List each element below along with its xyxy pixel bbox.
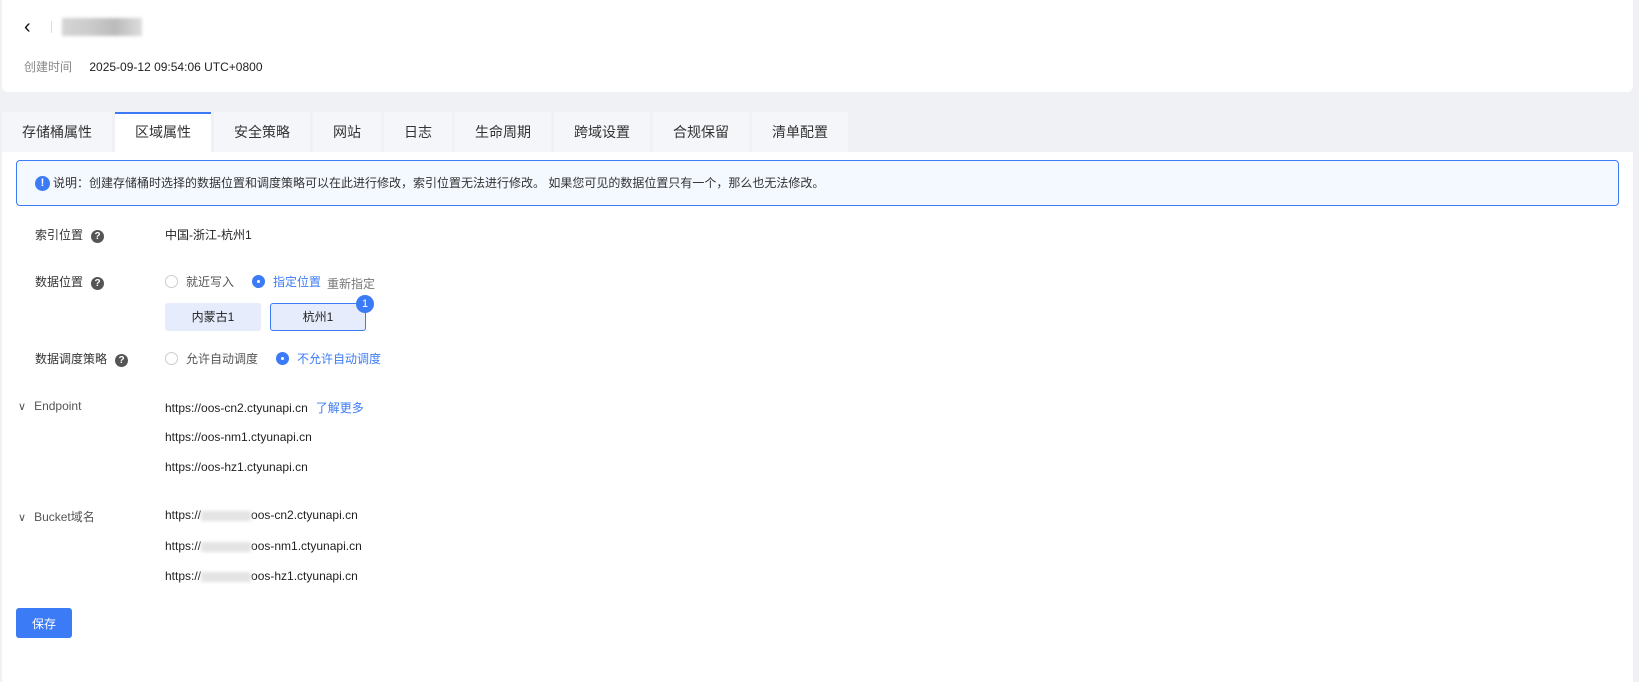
radio-label: 指定位置 [273,275,322,289]
schedule-label: 数据调度策略? [35,350,129,367]
chevron-down-icon: ∨ [18,512,27,524]
page-header: ‹ 创建时间 2025-09-12 09:54:06 UTC+0800 [2,0,1633,92]
endpoint-url: https://oos-hz1.ctyunapi.cn [165,460,308,474]
schedule-radios: 允许自动调度 不允许自动调度 [165,350,399,368]
tab-website[interactable]: 网站 [313,112,381,152]
radio-icon [276,352,290,365]
tab-cors[interactable]: 跨域设置 [554,112,650,152]
tab-inventory[interactable]: 清单配置 [752,112,848,152]
created-label: 创建时间 [24,60,73,74]
tab-bucket-properties[interactable]: 存储桶属性 [2,112,112,152]
url-suffix: oos-cn2.ctyunapi.cn [251,508,358,522]
chevron-down-icon: ∨ [18,401,27,413]
tab-security-policy[interactable]: 安全策略 [214,112,310,152]
url-prefix: https:// [165,508,202,522]
index-location-value: 中国-浙江-杭州1 [165,228,252,242]
label-text: 数据位置 [35,275,84,289]
bucket-domain-url: https:// oos-hz1.ctyunapi.cn [165,569,358,583]
tab-lifecycle[interactable]: 生命周期 [455,112,551,152]
divider [51,21,52,33]
help-icon[interactable]: ? [115,354,129,367]
endpoint-section-toggle[interactable]: ∨ Endpoint [18,399,81,413]
index-location-label: 索引位置? [35,226,105,243]
tab-compliance[interactable]: 合规保留 [653,112,749,152]
radio-nearby-write[interactable]: 就近写入 [165,273,234,290]
radio-specified-location[interactable]: 指定位置 [252,273,321,290]
radio-label: 就近写入 [186,275,235,289]
bucket-name-redacted [62,18,142,36]
url-suffix: oos-hz1.ctyunapi.cn [251,569,358,583]
radio-disallow-auto-schedule[interactable]: 不允许自动调度 [276,350,381,367]
reassign-link[interactable]: 重新指定 [327,277,375,291]
content-panel: 存储桶属性 区域属性 安全策略 网站 日志 生命周期 跨域设置 合规保留 清单配… [2,112,1633,682]
chip-label: 杭州1 [302,310,334,324]
section-label: Bucket域名 [34,510,95,524]
radio-icon [165,275,178,288]
save-button[interactable]: 保存 [16,608,72,638]
back-icon[interactable]: ‹ [24,16,31,39]
radio-icon [252,275,266,288]
label-text: 索引位置 [35,228,84,242]
url-prefix: https:// [165,539,202,553]
help-icon[interactable]: ? [91,230,105,243]
bucket-domain-url: https:// oos-cn2.ctyunapi.cn [165,508,358,522]
learn-more-link[interactable]: 了解更多 [316,401,364,415]
notice-text: 说明：创建存储桶时选择的数据位置和调度策略可以在此进行修改，索引位置无法进行修改… [53,176,825,190]
redacted [201,541,252,552]
chip-label: 内蒙古1 [191,310,235,324]
bucket-domain-section-toggle[interactable]: ∨ Bucket域名 [18,508,95,525]
section-label: Endpoint [34,399,82,413]
endpoint-url: https://oos-cn2.ctyunapi.cn 了解更多 [165,399,364,416]
bucket-domain-url: https:// oos-nm1.ctyunapi.cn [165,539,362,553]
radio-allow-auto-schedule[interactable]: 允许自动调度 [165,350,258,367]
count-badge: 1 [356,295,374,313]
radio-label: 不允许自动调度 [297,352,382,366]
endpoint-url: https://oos-nm1.ctyunapi.cn [165,430,312,444]
tab-logs[interactable]: 日志 [384,112,452,152]
created-time: 创建时间 2025-09-12 09:54:06 UTC+0800 [24,58,263,75]
label-text: 数据调度策略 [35,352,108,366]
tab-bar: 存储桶属性 区域属性 安全策略 网站 日志 生命周期 跨域设置 合规保留 清单配… [2,112,1633,152]
data-location-radios: 就近写入 指定位置 重新指定 [165,273,375,292]
location-chip-hangzhou[interactable]: 杭州1 1 [270,295,374,331]
data-location-label: 数据位置? [35,273,105,290]
help-icon[interactable]: ? [91,277,105,290]
info-notice: ! 说明：创建存储桶时选择的数据位置和调度策略可以在此进行修改，索引位置无法进行… [16,160,1619,206]
url-suffix: oos-nm1.ctyunapi.cn [251,539,362,553]
redacted [201,510,252,521]
tab-region-properties[interactable]: 区域属性 [115,112,211,152]
info-icon: ! [35,176,50,191]
url-text: https://oos-cn2.ctyunapi.cn [165,401,308,415]
radio-icon [165,352,178,365]
url-prefix: https:// [165,569,202,583]
redacted [201,571,252,582]
location-chip-neimenggu[interactable]: 内蒙古1 [165,303,261,331]
created-value: 2025-09-12 09:54:06 UTC+0800 [89,60,263,74]
radio-label: 允许自动调度 [186,352,259,366]
